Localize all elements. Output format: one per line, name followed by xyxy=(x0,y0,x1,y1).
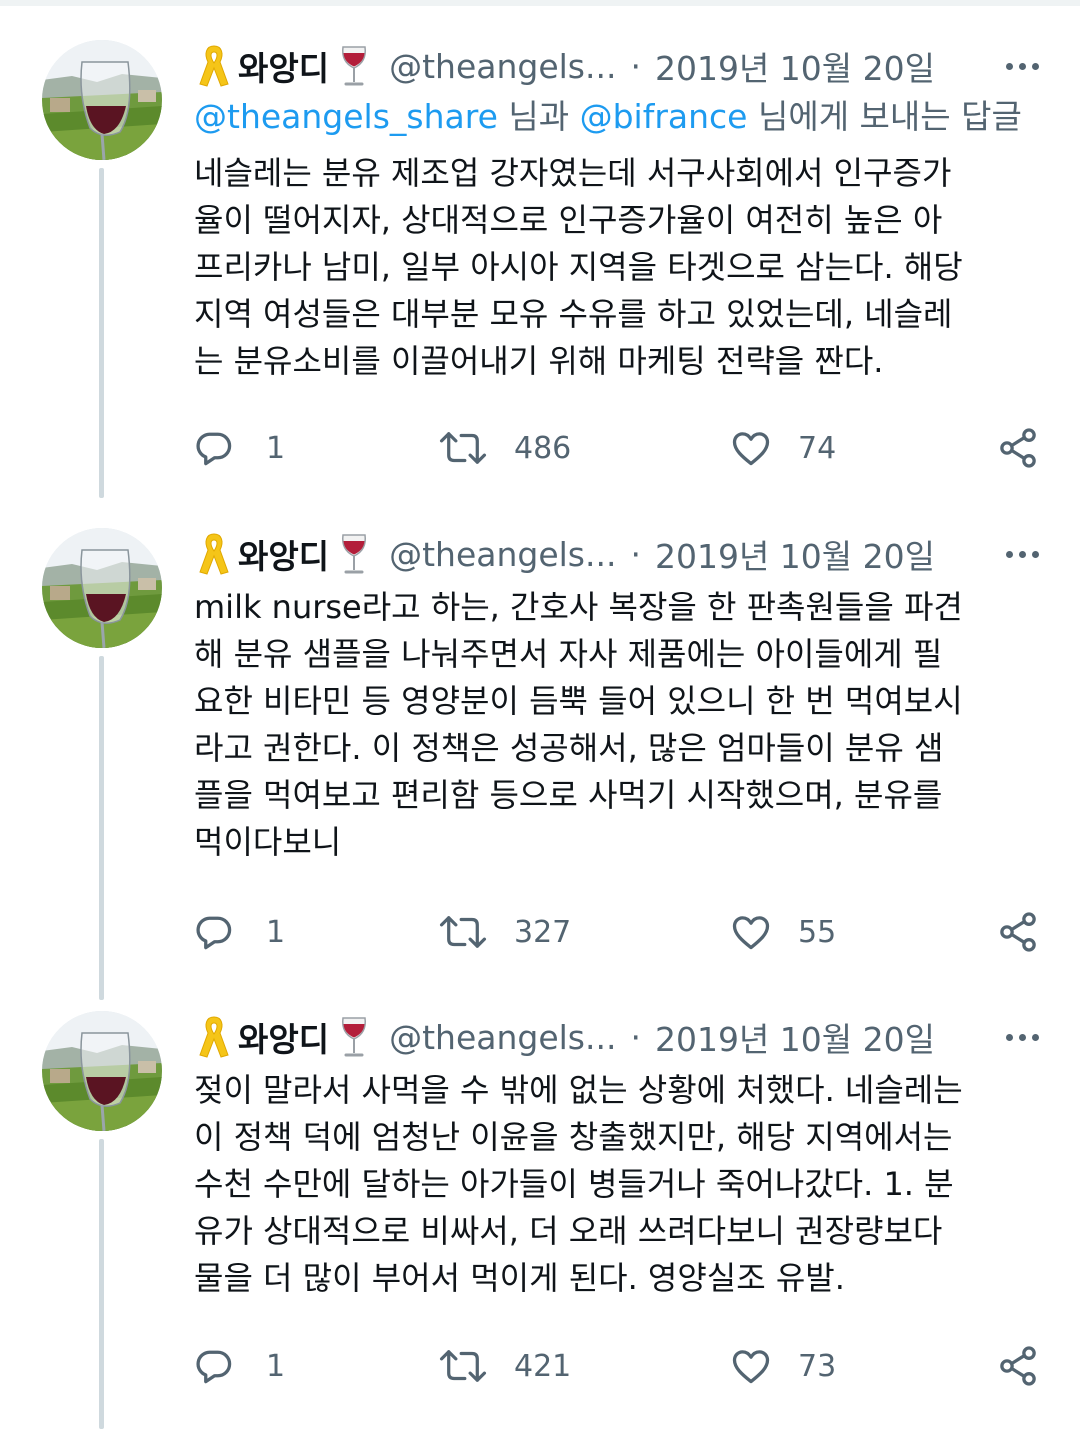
tweet[interactable]: 와앙디 @theangels... · 2019년 10월 20일 milk n… xyxy=(0,522,1080,1000)
wine-glass-vineyard-avatar xyxy=(42,40,162,160)
tweet-actions: 1 486 74 xyxy=(192,423,1042,473)
more-options-icon[interactable] xyxy=(998,1007,1046,1067)
tweet-text-line: 젖이 말라서 사먹을 수 밖에 없는 상황에 처했다. 네슬레는 xyxy=(194,1071,963,1109)
like-button[interactable]: 55 xyxy=(728,907,836,957)
retweet-button[interactable]: 327 xyxy=(438,907,571,957)
tweet-text-line: 요한 비타민 등 영양분이 듬뿍 들어 있으니 한 번 먹여보시 xyxy=(194,682,963,720)
share-button[interactable] xyxy=(996,1341,1040,1391)
handle[interactable]: @theangels... xyxy=(389,535,616,574)
avatar[interactable] xyxy=(42,528,162,648)
reply-icon xyxy=(196,916,232,950)
tweet-text-line: 해 분유 샘플을 나눠주면서 자사 제품에는 아이들에게 필 xyxy=(194,635,943,673)
reply-button[interactable]: 1 xyxy=(192,1341,285,1391)
share-button[interactable] xyxy=(996,423,1040,473)
tweet-text: 네슬레는 분유 제조업 강자였는데 서구사회에서 인구증가 율이 떨어지자, 상… xyxy=(194,150,1044,385)
tweet-text-line: 는 분유소비를 이끌어내기 위해 마케팅 전략을 짠다. xyxy=(194,342,884,380)
reply-to-line: @theangels_share 님과 @bifrance 님에게 보내는 답글 xyxy=(194,94,1022,140)
tweet-actions: 1 421 73 xyxy=(192,1341,1042,1391)
reply-to-text: 님에게 보내는 답글 xyxy=(747,97,1022,136)
thread-line xyxy=(99,656,104,1000)
reply-count: 1 xyxy=(266,430,286,466)
share-icon xyxy=(1000,1346,1036,1386)
reply-icon xyxy=(196,1350,232,1384)
handle[interactable]: @theangels... xyxy=(389,1018,616,1057)
top-border xyxy=(0,0,1080,6)
avatar[interactable] xyxy=(42,1011,162,1131)
like-count: 74 xyxy=(798,430,837,466)
tweet-text-line: 플을 먹여보고 편리함 등으로 사먹기 시작했으며, 분유를 xyxy=(194,776,943,814)
tweet-date[interactable]: 2019년 10월 20일 xyxy=(655,42,935,90)
handle[interactable]: @theangels... xyxy=(389,47,616,86)
heart-icon xyxy=(732,916,770,950)
retweet-count: 486 xyxy=(514,430,572,466)
yellow-ribbon-icon xyxy=(199,1016,229,1058)
retweet-count: 327 xyxy=(514,914,572,950)
heart-icon xyxy=(732,1350,770,1384)
wine-glass-icon xyxy=(342,534,367,574)
wine-glass-icon xyxy=(342,1017,367,1057)
tweet-text-line: 지역 여성들은 대부분 모유 수유를 하고 있었는데, 네슬레 xyxy=(194,295,953,333)
retweet-count: 421 xyxy=(514,1348,572,1384)
retweet-button[interactable]: 421 xyxy=(438,1341,571,1391)
display-name[interactable]: 와앙디 xyxy=(238,1013,329,1061)
like-count: 55 xyxy=(798,914,837,950)
tweet-text: 젖이 말라서 사먹을 수 밖에 없는 상황에 처했다. 네슬레는 이 정책 덕에… xyxy=(194,1067,1044,1302)
tweet[interactable]: 와앙디 @theangels... · 2019년 10월 20일 @thean… xyxy=(0,36,1080,498)
tweet-text: milk nurse라고 하는, 간호사 복장을 한 판촉원들을 파견 해 분유… xyxy=(194,584,1044,866)
separator-dot: · xyxy=(630,46,641,86)
tweet-text-line: 먹이다보니 xyxy=(194,823,342,861)
tweet-actions: 1 327 55 xyxy=(192,907,1042,957)
retweet-icon xyxy=(439,432,487,464)
wine-glass-icon xyxy=(342,46,367,86)
tweet-text-line: 유가 상대적으로 비싸서, 더 오래 쓰려다보니 권장량보다 xyxy=(194,1212,943,1250)
share-icon xyxy=(1000,912,1036,952)
yellow-ribbon-icon xyxy=(199,45,229,87)
mention-link[interactable]: @bifrance xyxy=(580,97,748,136)
heart-icon xyxy=(732,432,770,466)
reply-button[interactable]: 1 xyxy=(192,907,285,957)
tweet-text-line: 수천 수만에 달하는 아가들이 병들거나 죽어나갔다. 1. 분 xyxy=(194,1165,954,1203)
tweet-text-line: 네슬레는 분유 제조업 강자였는데 서구사회에서 인구증가 xyxy=(194,154,952,192)
separator-dot: · xyxy=(630,1017,641,1057)
more-options-icon[interactable] xyxy=(998,524,1046,584)
share-icon xyxy=(1000,428,1036,468)
thread-line xyxy=(99,1139,104,1429)
tweet-text-line: 율이 떨어지자, 상대적으로 인구증가율이 여전히 높은 아 xyxy=(194,201,943,239)
thread-line xyxy=(99,168,104,498)
more-options-icon[interactable] xyxy=(998,36,1046,96)
reply-count: 1 xyxy=(266,914,286,950)
like-count: 73 xyxy=(798,1348,837,1384)
reply-count: 1 xyxy=(266,1348,286,1384)
like-button[interactable]: 73 xyxy=(728,1341,836,1391)
display-name[interactable]: 와앙디 xyxy=(238,530,329,578)
yellow-ribbon-icon xyxy=(199,533,229,575)
reply-button[interactable]: 1 xyxy=(192,423,285,473)
tweet-text-line: milk nurse라고 하는, 간호사 복장을 한 판촉원들을 파견 xyxy=(194,588,963,626)
retweet-icon xyxy=(439,916,487,948)
wine-glass-vineyard-avatar xyxy=(42,1011,162,1131)
display-name[interactable]: 와앙디 xyxy=(238,42,329,90)
like-button[interactable]: 74 xyxy=(728,423,836,473)
tweet-header: 와앙디 @theangels... · 2019년 10월 20일 xyxy=(196,524,1046,584)
separator-dot: · xyxy=(630,534,641,574)
wine-glass-vineyard-avatar xyxy=(42,528,162,648)
tweet-text-line: 이 정책 덕에 엄청난 이윤을 창출했지만, 해당 지역에서는 xyxy=(194,1118,953,1156)
tweet-date[interactable]: 2019년 10월 20일 xyxy=(655,530,935,578)
share-button[interactable] xyxy=(996,907,1040,957)
tweet-date[interactable]: 2019년 10월 20일 xyxy=(655,1013,935,1061)
reply-to-text: 님과 xyxy=(497,97,580,136)
reply-icon xyxy=(196,432,232,466)
tweet-header: 와앙디 @theangels... · 2019년 10월 20일 xyxy=(196,36,1046,96)
mention-link[interactable]: @theangels_share xyxy=(194,97,498,136)
tweet-text-line: 라고 권한다. 이 정책은 성공해서, 많은 엄마들이 분유 샘 xyxy=(194,729,944,767)
tweet[interactable]: 와앙디 @theangels... · 2019년 10월 20일 젖이 말라서… xyxy=(0,1005,1080,1429)
tweet-text-line: 물을 더 많이 부어서 먹이게 된다. 영양실조 유발. xyxy=(194,1259,845,1297)
avatar[interactable] xyxy=(42,40,162,160)
retweet-icon xyxy=(439,1350,487,1382)
tweet-header: 와앙디 @theangels... · 2019년 10월 20일 xyxy=(196,1007,1046,1067)
retweet-button[interactable]: 486 xyxy=(438,423,571,473)
tweet-text-line: 프리카나 남미, 일부 아시아 지역을 타겟으로 삼는다. 해당 xyxy=(194,248,963,286)
